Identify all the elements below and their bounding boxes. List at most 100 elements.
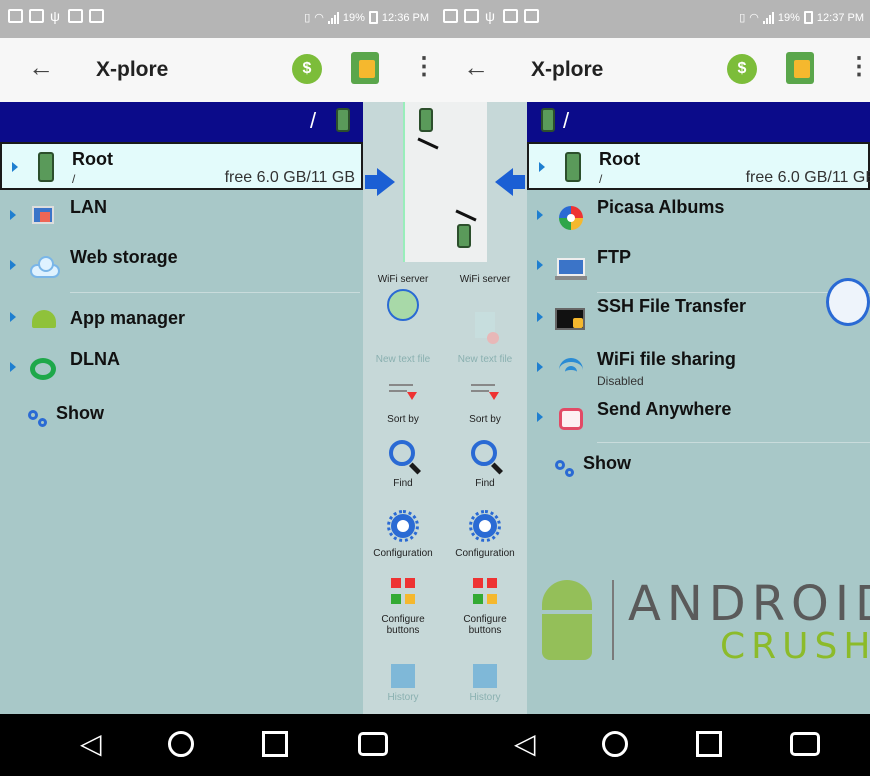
list-item-web-storage[interactable]: Web storage	[0, 242, 363, 292]
item-label: Picasa Albums	[597, 197, 725, 217]
history-button-right[interactable]: History	[445, 664, 525, 703]
copy-left-arrow-icon[interactable]	[495, 168, 525, 196]
configuration-button-right[interactable]: Configuration	[445, 508, 525, 559]
configure-buttons-button-left[interactable]: Configure buttons	[363, 574, 443, 636]
phone-icon	[557, 152, 587, 182]
magnifier-icon	[467, 438, 504, 475]
item-label: Root	[72, 149, 113, 169]
item-label: LAN	[70, 197, 107, 217]
dlna-icon	[28, 352, 58, 382]
button-label: Configure buttons	[463, 614, 507, 636]
wifi-icon	[555, 352, 585, 382]
configuration-button-left[interactable]: Configuration	[363, 508, 443, 559]
new-text-file-button-left[interactable]: New text file	[363, 328, 443, 365]
button-label: WiFi server	[377, 274, 429, 285]
gear-icon	[385, 508, 421, 544]
expand-icon[interactable]	[537, 210, 543, 220]
item-label: Root	[599, 149, 640, 169]
gallery-icon	[8, 9, 23, 23]
expand-icon[interactable]	[537, 260, 543, 270]
path-text: /	[563, 108, 570, 133]
bag-icon	[29, 9, 44, 23]
expand-icon[interactable]	[537, 362, 543, 372]
button-label: History	[469, 692, 501, 703]
list-item-ftp[interactable]: FTP	[527, 242, 870, 292]
item-label: SSH File Transfer	[597, 296, 747, 316]
app-title: X-plore	[96, 58, 169, 81]
new-file-icon	[385, 328, 421, 350]
status-bar: ψ ▯ ◠ 19% 12:36 PM	[0, 0, 435, 38]
vibrate-icon: ▯	[739, 12, 746, 24]
list-item-ssh-file-transfer[interactable]: SSH File Transfer	[527, 294, 870, 344]
signal-icon	[762, 11, 774, 24]
android-icon	[28, 302, 58, 332]
expand-icon[interactable]	[10, 362, 16, 372]
recents-icon[interactable]	[262, 731, 288, 757]
find-button-left[interactable]: Find	[363, 438, 443, 489]
configure-buttons-icon	[467, 574, 503, 610]
home-icon[interactable]	[602, 731, 628, 757]
home-icon[interactable]	[168, 731, 194, 757]
path-bar: /	[527, 102, 870, 142]
bag-icon	[503, 9, 518, 23]
battery-icon	[803, 11, 813, 24]
wifi-server-button-left[interactable]: WiFi server	[363, 274, 443, 329]
list-item-send-anywhere[interactable]: Send Anywhere	[527, 394, 870, 444]
list-item-picasa-albums[interactable]: Picasa Albums	[527, 192, 870, 242]
clock: 12:37 PM	[816, 11, 864, 24]
expand-icon[interactable]	[10, 210, 16, 220]
history-button-left[interactable]: History	[363, 664, 443, 703]
back-arrow-icon[interactable]: ←	[28, 52, 54, 83]
button-label: Sort by	[469, 414, 501, 425]
list-item-wifi-file-sharing[interactable]: WiFi file sharing Disabled	[527, 344, 870, 394]
wifi-server-icon	[385, 289, 421, 325]
expand-icon[interactable]	[10, 312, 16, 322]
expand-icon[interactable]	[537, 312, 543, 322]
expand-icon[interactable]	[537, 412, 543, 422]
list-item-lan[interactable]: LAN	[0, 192, 363, 242]
expand-icon[interactable]	[12, 162, 18, 172]
recents-icon[interactable]	[696, 731, 722, 757]
button-label: New text file	[375, 354, 431, 365]
overflow-menu-icon[interactable]: ⋮	[412, 52, 435, 81]
signal-icon	[327, 11, 339, 24]
back-arrow-icon[interactable]: ←	[463, 52, 489, 83]
sort-by-button-right[interactable]: Sort by	[445, 374, 525, 425]
back-icon[interactable]: ◁	[514, 730, 536, 758]
list-item-dlna[interactable]: DLNA	[0, 344, 363, 394]
item-label: Send Anywhere	[597, 399, 732, 419]
copy-right-arrow-icon[interactable]	[365, 168, 395, 196]
switch-screen-icon[interactable]	[790, 732, 820, 756]
phone-icon	[336, 108, 350, 132]
button-label: Find	[475, 478, 495, 489]
list-item-root[interactable]: Root / free 6.0 GB/11 GB	[527, 142, 870, 190]
donate-button[interactable]: $	[727, 54, 757, 84]
new-text-file-button-right[interactable]: New text file	[445, 298, 525, 365]
pane-preview	[403, 102, 487, 262]
list-item-root[interactable]: Root / free 6.0 GB/11 GB	[0, 142, 363, 190]
wifi-server-button-right[interactable]: WiFi server	[445, 274, 525, 285]
list-item-show[interactable]: Show	[527, 448, 870, 498]
picasa-icon	[555, 200, 585, 230]
list-item-app-manager[interactable]: App manager	[0, 294, 363, 344]
floating-chat-head[interactable]	[826, 278, 870, 326]
find-button-right[interactable]: Find	[445, 438, 525, 489]
swap-panes-button[interactable]	[786, 52, 814, 84]
gallery-icon	[443, 9, 458, 23]
phone-icon	[541, 108, 555, 132]
switch-screen-icon[interactable]	[358, 732, 388, 756]
expand-icon[interactable]	[10, 260, 16, 270]
expand-icon[interactable]	[539, 162, 545, 172]
history-icon	[391, 664, 415, 688]
configure-buttons-button-right[interactable]: Configure buttons	[445, 574, 525, 636]
gear-icon	[467, 508, 503, 544]
donate-button[interactable]: $	[292, 54, 322, 84]
show-icon	[28, 406, 58, 436]
item-label: App manager	[70, 308, 186, 328]
list-item-show[interactable]: Show	[0, 398, 363, 448]
swap-panes-button[interactable]	[351, 52, 379, 84]
toolbar-panel: WiFi server WiFi server New text file Ne…	[363, 102, 527, 714]
back-icon[interactable]: ◁	[80, 730, 102, 758]
sort-by-button-left[interactable]: Sort by	[363, 374, 443, 425]
overflow-menu-icon[interactable]: ⋮	[847, 52, 870, 81]
